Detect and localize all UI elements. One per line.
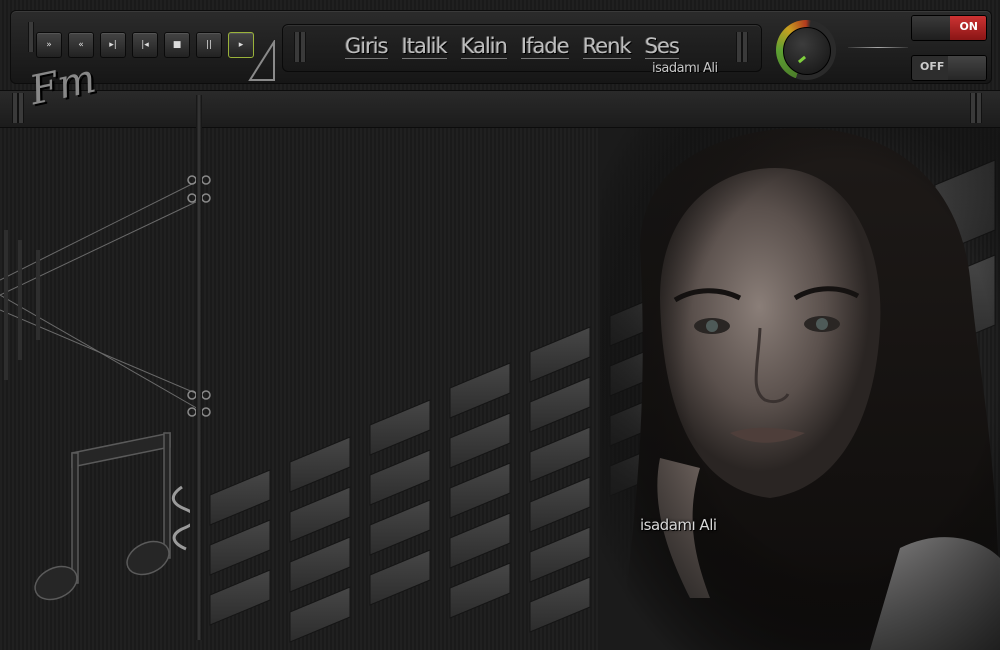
menu-item-giris[interactable]: Giris [345, 34, 389, 59]
on-switch-label: ON [959, 20, 978, 33]
bar-grip-left-2 [18, 93, 24, 123]
menu-item-renk[interactable]: Renk [582, 34, 632, 59]
off-switch-thumb [948, 56, 986, 80]
vertical-rail [196, 95, 202, 640]
text-menu: Giris Italik Kalin Ifade Renk Ses [345, 34, 680, 59]
off-switch[interactable]: OFF [911, 55, 987, 81]
menu-item-ses[interactable]: Ses [644, 34, 680, 59]
volume-knob-icon[interactable] [776, 20, 836, 80]
signature-photo: isadamı Ali [640, 516, 717, 534]
volume-knob-cap [783, 27, 831, 75]
next-track-button[interactable]: ▸| [100, 32, 126, 58]
on-switch[interactable]: ON [911, 15, 987, 41]
panel-grip-right-2 [742, 32, 748, 62]
transport-controls: » « ▸| |◂ ■ || ▸ [36, 32, 254, 58]
on-switch-thumb [912, 16, 950, 40]
treble-clef-icon [171, 485, 190, 551]
knob-indicator [797, 55, 807, 64]
menu-item-italik[interactable]: Italik [401, 34, 448, 59]
signature-top: isadamı Ali [652, 61, 718, 76]
musical-note-icon [34, 432, 190, 601]
resize-triangle-icon [248, 40, 275, 81]
stop-button[interactable]: ■ [164, 32, 190, 58]
menu-item-ifade[interactable]: Ifade [520, 34, 570, 59]
menu-item-kalin[interactable]: Kalin [460, 34, 508, 59]
rewind-button[interactable]: « [68, 32, 94, 58]
previous-track-button[interactable]: |◂ [132, 32, 158, 58]
off-switch-label: OFF [920, 60, 945, 73]
panel-grip-left-2 [300, 32, 306, 62]
bar-grip-right-2 [976, 93, 982, 123]
fast-forward-button[interactable]: » [36, 32, 62, 58]
grip-handle [28, 22, 34, 52]
portrait-image [600, 128, 1000, 650]
decorative-lines [0, 175, 211, 417]
secondary-bar [0, 90, 1000, 128]
volume-line [848, 47, 908, 48]
pause-button[interactable]: || [196, 32, 222, 58]
